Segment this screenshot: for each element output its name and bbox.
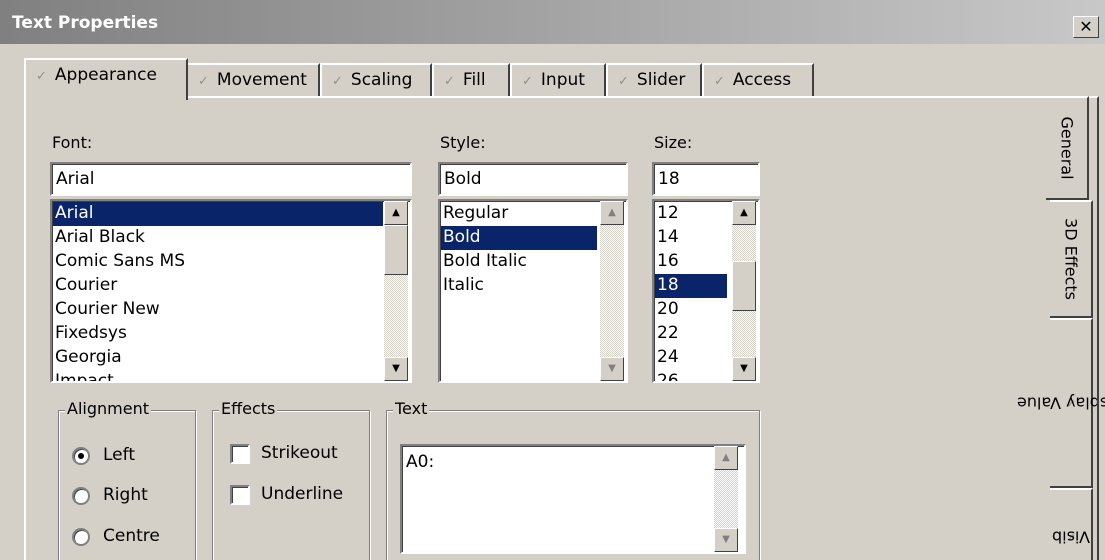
check-icon: ✓ <box>332 74 343 89</box>
window-title: Text Properties <box>12 13 159 33</box>
tab-label: Appearance <box>54 65 157 85</box>
size-input[interactable]: 18 <box>652 162 760 196</box>
scroll-up-icon[interactable]: ▲ <box>600 201 624 225</box>
tab-label: Access <box>732 70 792 90</box>
align-left-radio[interactable] <box>72 447 90 465</box>
style-label: Style: <box>440 133 486 152</box>
strikeout-label[interactable]: Strikeout <box>261 443 338 463</box>
list-item[interactable]: Bold <box>441 226 597 250</box>
list-item[interactable]: Georgia <box>53 346 383 370</box>
style-input[interactable]: Bold <box>438 162 628 196</box>
tab-fill[interactable]: ✓ Fill <box>432 63 510 97</box>
strikeout-checkbox[interactable] <box>230 444 250 464</box>
scroll-up-icon[interactable]: ▲ <box>732 201 756 225</box>
font-listbox[interactable]: Arial Arial Black Comic Sans MS Courier … <box>50 199 412 383</box>
list-item[interactable]: 16 <box>655 250 727 274</box>
title-bar: Text Properties ✕ <box>0 0 1105 44</box>
align-left-label[interactable]: Left <box>103 445 135 465</box>
check-icon: ✓ <box>618 74 629 89</box>
effects-group-title: Effects <box>219 399 278 418</box>
check-icon: ✓ <box>522 74 533 89</box>
tab-scaling[interactable]: ✓ Scaling <box>320 63 432 97</box>
font-scrollbar[interactable]: ▲ ▼ <box>384 201 408 381</box>
alignment-group-title: Alignment <box>65 399 151 418</box>
font-input[interactable]: Arial <box>50 162 412 196</box>
check-icon: ✓ <box>36 69 47 84</box>
underline-checkbox[interactable] <box>230 485 250 505</box>
list-item[interactable]: Impact <box>53 370 383 381</box>
style-scrollbar[interactable]: ▲ ▼ <box>600 201 624 381</box>
list-item[interactable]: Arial <box>53 202 383 226</box>
scroll-thumb[interactable] <box>732 261 756 311</box>
tab-label: Fill <box>462 70 486 90</box>
close-icon: ✕ <box>1079 17 1093 36</box>
tab-label: Input <box>540 70 585 90</box>
list-item[interactable]: Arial Black <box>53 226 383 250</box>
close-button[interactable]: ✕ <box>1073 16 1099 38</box>
size-label: Size: <box>654 133 693 152</box>
scroll-down-icon[interactable]: ▼ <box>714 528 738 552</box>
tab-access[interactable]: ✓ Access <box>702 63 814 97</box>
tab-appearance[interactable]: ✓ Appearance <box>24 58 188 100</box>
list-item[interactable]: Regular <box>441 202 597 226</box>
tab-label: Scaling <box>350 70 413 90</box>
size-scrollbar[interactable]: ▲ ▼ <box>732 201 756 381</box>
tab-slider[interactable]: ✓ Slider <box>606 63 702 97</box>
list-item[interactable]: 22 <box>655 322 727 346</box>
list-item[interactable]: 14 <box>655 226 727 250</box>
list-item[interactable]: 24 <box>655 346 727 370</box>
scroll-down-icon[interactable]: ▼ <box>600 357 624 381</box>
tab-label: Slider <box>636 70 686 90</box>
size-listbox[interactable]: 12 14 16 18 20 22 24 26 ▲ ▼ <box>652 199 760 383</box>
text-value: A0: <box>406 452 435 472</box>
list-item[interactable]: 20 <box>655 298 727 322</box>
list-item[interactable]: 18 <box>655 274 727 298</box>
align-centre-label[interactable]: Centre <box>103 526 160 546</box>
text-input[interactable]: A0: ▲ ▼ <box>400 444 746 554</box>
underline-label[interactable]: Underline <box>261 484 343 504</box>
scroll-thumb[interactable] <box>384 225 408 275</box>
list-item[interactable]: Courier <box>53 274 383 298</box>
check-icon: ✓ <box>198 74 209 89</box>
scroll-up-icon[interactable]: ▲ <box>714 446 738 470</box>
align-right-radio[interactable] <box>72 487 90 505</box>
list-item[interactable]: Fixedsys <box>53 322 383 346</box>
align-centre-radio[interactable] <box>72 528 90 546</box>
list-item[interactable]: Bold Italic <box>441 250 597 274</box>
style-listbox[interactable]: Regular Bold Bold Italic Italic ▲ ▼ <box>438 199 628 383</box>
list-item[interactable]: Italic <box>441 274 597 298</box>
list-item[interactable]: Comic Sans MS <box>53 250 383 274</box>
list-item[interactable]: Courier New <box>53 298 383 322</box>
scroll-up-icon[interactable]: ▲ <box>384 201 408 225</box>
scroll-down-icon[interactable]: ▼ <box>732 357 756 381</box>
text-scrollbar[interactable]: ▲ ▼ <box>714 446 738 552</box>
side-tab-label: General <box>1057 116 1076 180</box>
scroll-down-icon[interactable]: ▼ <box>384 357 408 381</box>
check-icon: ✓ <box>444 74 455 89</box>
tab-movement[interactable]: ✓ Movement <box>186 63 320 97</box>
check-icon: ✓ <box>714 74 725 89</box>
text-group-title: Text <box>393 399 430 418</box>
list-item[interactable]: 12 <box>655 202 727 226</box>
tab-label: Movement <box>216 70 307 90</box>
radio-dot-icon <box>78 453 84 459</box>
list-item[interactable]: 26 <box>655 370 727 381</box>
tab-input[interactable]: ✓ Input <box>510 63 606 97</box>
align-right-label[interactable]: Right <box>103 485 148 505</box>
font-label: Font: <box>52 133 93 152</box>
side-tab-general[interactable]: General <box>1046 96 1089 200</box>
